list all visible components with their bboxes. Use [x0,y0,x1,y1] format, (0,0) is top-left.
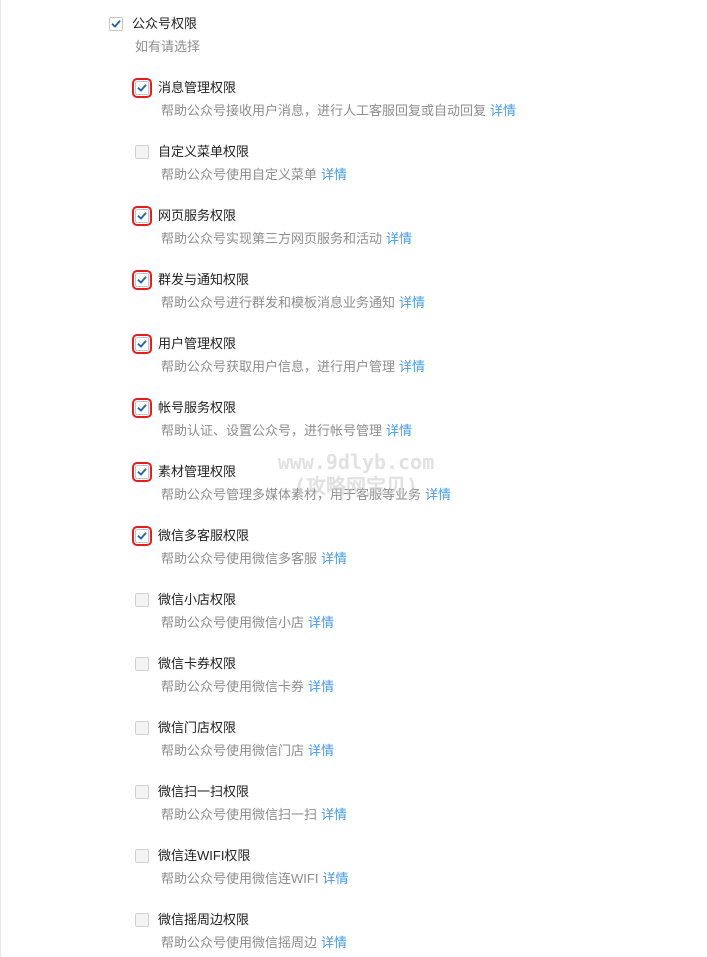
permission-description-text: 帮助公众号实现第三方网页服务和活动 [161,231,383,246]
permission-label: 微信小店权限 [158,592,237,607]
permission-checkbox[interactable] [132,270,152,290]
permission-checkbox[interactable] [135,913,149,927]
permission-description-text: 帮助公众号使用微信门店 [161,743,305,758]
permission-checkbox[interactable] [135,785,149,799]
detail-link[interactable]: 详情 [399,295,425,310]
permission-description: 帮助公众号使用微信扫一扫 详情 [161,807,347,823]
permission-label: 微信多客服权限 [158,528,250,543]
permission-checkbox[interactable] [132,206,152,226]
permission-checkbox[interactable] [132,462,152,482]
permission-description-text: 帮助公众号使用微信扫一扫 [161,807,318,822]
check-icon [137,276,147,284]
detail-link[interactable]: 详情 [308,743,334,758]
permission-checkbox[interactable] [135,721,149,735]
permission-label: 微信卡券权限 [158,656,237,671]
permission-checkbox[interactable] [135,145,149,159]
permission-label: 自定义菜单权限 [158,144,250,159]
detail-link[interactable]: 详情 [386,231,412,246]
check-icon [137,84,147,92]
permission-checkbox[interactable] [132,526,152,546]
detail-link[interactable]: 详情 [308,679,334,694]
check-icon [137,404,147,412]
permission-page: 公众号权限 如有请选择 消息管理权限帮助公众号接收用户消息，进行人工客服回复或自… [0,0,707,957]
detail-link[interactable]: 详情 [321,807,347,822]
permission-label: 微信连WIFI权限 [158,848,251,863]
permission-label: 微信扫一扫权限 [158,784,250,799]
check-icon [137,532,147,540]
permission-description: 帮助公众号使用微信多客服 详情 [161,551,347,567]
permission-description-text: 帮助公众号进行群发和模板消息业务通知 [161,295,396,310]
detail-link[interactable]: 详情 [321,167,347,182]
detail-link[interactable]: 详情 [399,359,425,374]
permission-description-text: 帮助公众号使用微信小店 [161,615,305,630]
detail-link[interactable]: 详情 [490,103,516,118]
permission-label: 素材管理权限 [158,464,237,479]
check-icon [137,468,147,476]
check-icon [111,20,121,28]
permission-label: 用户管理权限 [158,336,237,351]
permission-description: 帮助公众号使用自定义菜单 详情 [161,167,347,183]
permission-description: 帮助公众号使用微信门店 详情 [161,743,334,759]
permission-description-text: 帮助公众号接收用户消息，进行人工客服回复或自动回复 [161,103,487,118]
permission-description: 帮助公众号获取用户信息，进行用户管理 详情 [161,359,425,375]
detail-link[interactable]: 详情 [321,935,347,950]
detail-link[interactable]: 详情 [321,551,347,566]
permission-checkbox[interactable] [135,657,149,671]
permission-description-text: 帮助公众号使用微信连WIFI [161,871,319,886]
permission-description: 帮助公众号使用微信卡券 详情 [161,679,334,695]
master-permission-hint: 如有请选择 [135,39,201,54]
master-permission-checkbox[interactable] [109,17,123,31]
permission-description: 帮助公众号使用微信摇周边 详情 [161,935,347,951]
permission-description: 帮助公众号进行群发和模板消息业务通知 详情 [161,295,425,311]
master-permission-label: 公众号权限 [132,16,198,31]
detail-link[interactable]: 详情 [425,487,451,502]
permission-description-text: 帮助公众号使用微信卡券 [161,679,305,694]
permission-description-text: 帮助公众号使用微信摇周边 [161,935,318,950]
permission-description-text: 帮助公众号使用自定义菜单 [161,167,318,182]
permission-checkbox[interactable] [135,849,149,863]
permission-label: 消息管理权限 [158,80,237,95]
detail-link[interactable]: 详情 [322,871,348,886]
permission-description: 帮助认证、设置公众号，进行帐号管理 详情 [161,423,412,439]
permission-checkbox[interactable] [132,78,152,98]
permission-description-text: 帮助公众号获取用户信息，进行用户管理 [161,359,396,374]
check-icon [137,340,147,348]
permission-description-text: 帮助公众号管理多媒体素材，用于客服等业务 [161,487,422,502]
permission-checkbox[interactable] [132,398,152,418]
permission-description: 帮助公众号使用微信小店 详情 [161,615,334,631]
detail-link[interactable]: 详情 [386,423,412,438]
permission-description-text: 帮助认证、设置公众号，进行帐号管理 [161,423,383,438]
permission-label: 群发与通知权限 [158,272,250,287]
permission-checkbox[interactable] [135,593,149,607]
permission-description: 帮助公众号使用微信连WIFI 详情 [161,871,348,887]
detail-link[interactable]: 详情 [308,615,334,630]
permission-label: 网页服务权限 [158,208,237,223]
permission-description-text: 帮助公众号使用微信多客服 [161,551,318,566]
permission-description: 帮助公众号实现第三方网页服务和活动 详情 [161,231,412,247]
permission-description: 帮助公众号管理多媒体素材，用于客服等业务 详情 [161,487,451,503]
permission-label: 帐号服务权限 [158,400,237,415]
permission-label: 微信门店权限 [158,720,237,735]
check-icon [137,212,147,220]
permission-checkbox[interactable] [132,334,152,354]
permission-description: 帮助公众号接收用户消息，进行人工客服回复或自动回复 详情 [161,103,516,119]
permission-label: 微信摇周边权限 [158,912,250,927]
